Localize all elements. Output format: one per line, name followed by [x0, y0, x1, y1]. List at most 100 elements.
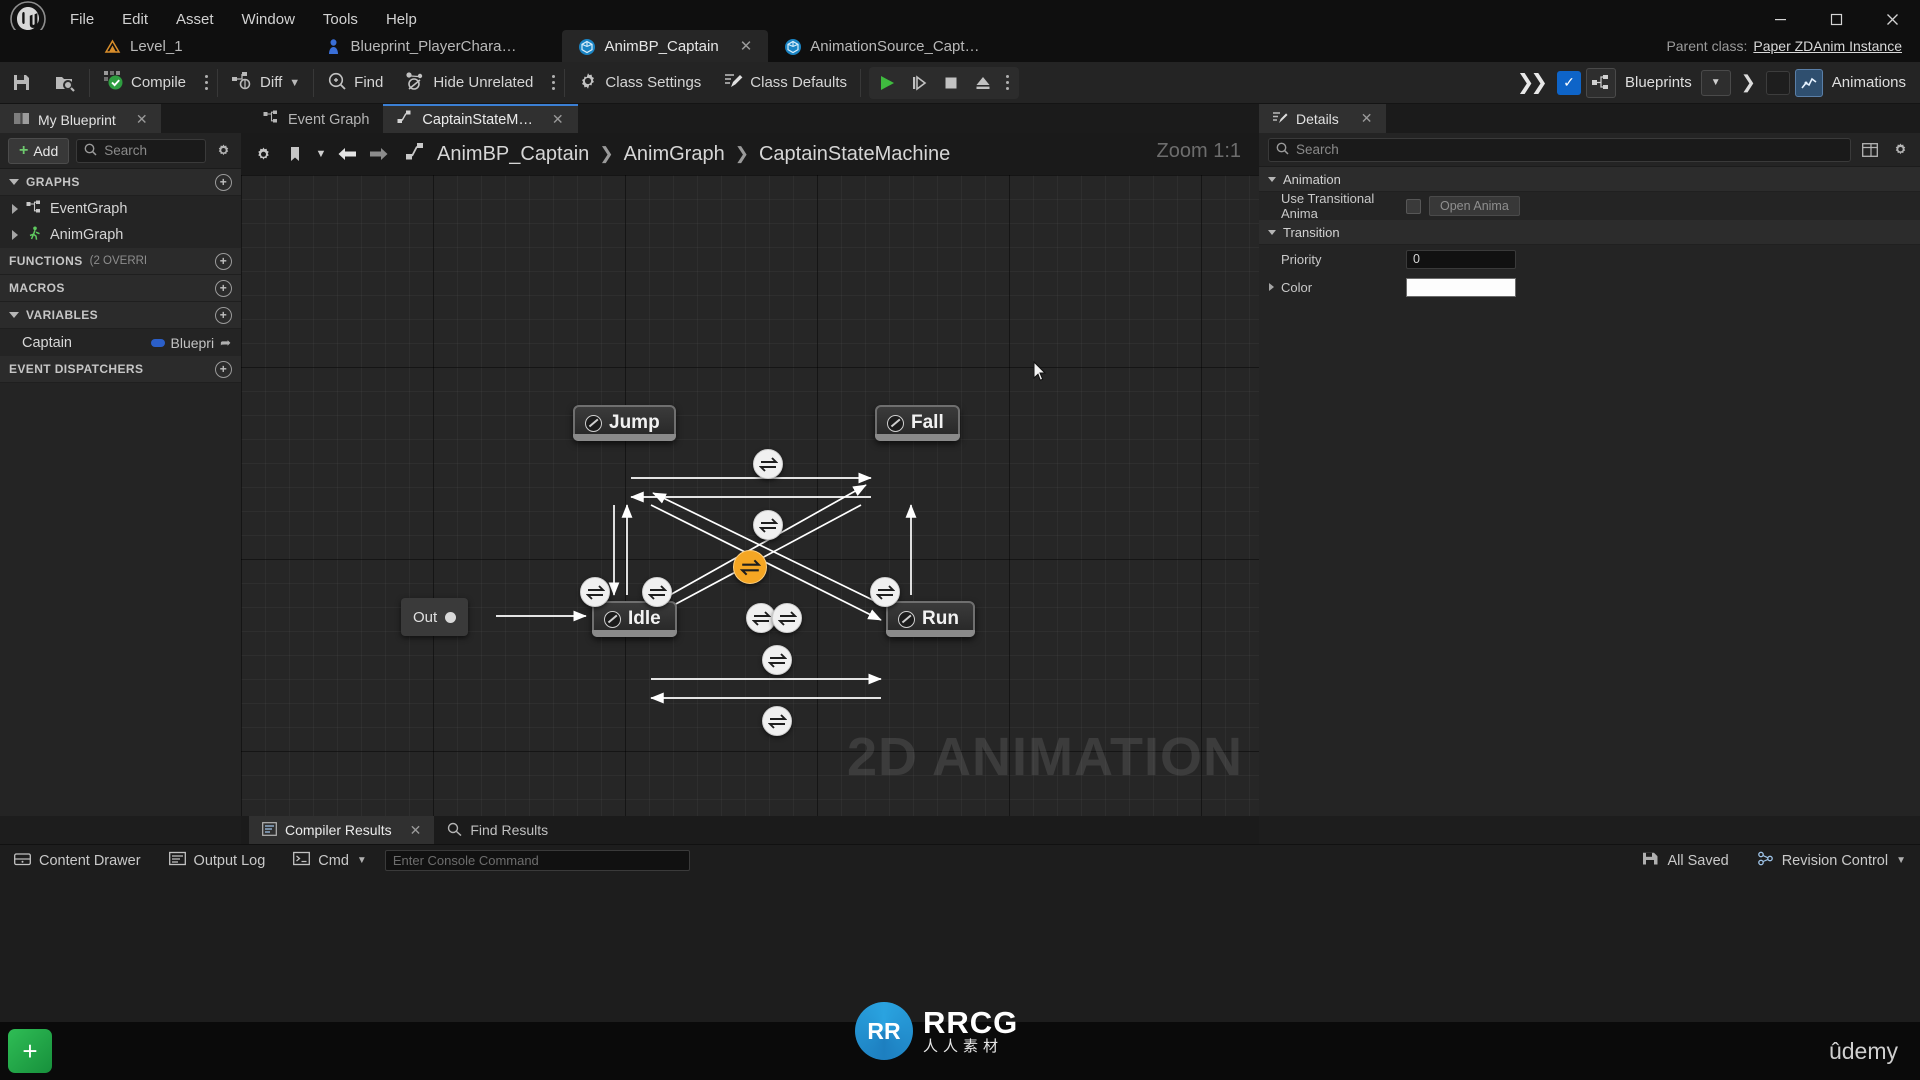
parent-class-value[interactable]: Paper ZDAnim Instance	[1753, 38, 1902, 54]
graph-item-eventgraph[interactable]: EventGraph	[0, 196, 241, 222]
close-icon[interactable]: ✕	[410, 822, 422, 839]
variable-type[interactable]: Bluepri ➦	[150, 335, 231, 351]
compile-options-kebab-icon[interactable]	[197, 66, 215, 100]
settings-gear-icon[interactable]	[213, 143, 233, 158]
menu-window[interactable]: Window	[228, 6, 309, 33]
transition-node[interactable]	[762, 645, 792, 675]
compile-button[interactable]: Compile	[92, 66, 197, 100]
transition-node[interactable]	[753, 449, 783, 479]
overflow-chevrons-icon[interactable]: ❯❯	[1509, 70, 1552, 95]
graph-settings-gear-icon[interactable]	[249, 140, 277, 168]
all-saved-button[interactable]: All Saved	[1628, 845, 1742, 877]
expand-triangle-icon[interactable]	[12, 230, 18, 240]
output-log-button[interactable]: Output Log	[155, 845, 280, 877]
bottom-tab-find-results[interactable]: Find Results	[434, 816, 561, 844]
graph-tab-captain-state-machine[interactable]: CaptainStateM… ✕	[383, 104, 578, 133]
forward-arrow-icon[interactable]	[365, 140, 393, 168]
save-button[interactable]	[0, 66, 43, 100]
tab-my-blueprint[interactable]: My Blueprint ✕	[0, 104, 161, 133]
play-options-kebab-icon[interactable]	[999, 66, 1017, 100]
section-macros[interactable]: MACROS +	[0, 275, 241, 302]
expand-triangle-icon[interactable]	[12, 204, 18, 214]
close-icon[interactable]: ✕	[136, 111, 148, 128]
transition-node[interactable]	[580, 577, 610, 607]
asset-tab-animationsource[interactable]: AnimationSource_Capt…	[768, 30, 995, 62]
variable-row-captain[interactable]: Captain Bluepri ➦	[0, 329, 241, 356]
bookmark-icon[interactable]	[281, 140, 309, 168]
cmd-button[interactable]: Cmd ▼	[279, 845, 381, 877]
close-icon[interactable]: ✕	[1361, 110, 1373, 127]
back-arrow-icon[interactable]	[333, 140, 361, 168]
section-event-dispatchers[interactable]: EVENT DISPATCHERS +	[0, 356, 241, 383]
entry-node[interactable]: Out	[401, 598, 469, 636]
animations-mode-icon[interactable]	[1794, 68, 1823, 97]
asset-tab-animbp-captain[interactable]: AnimBP_Captain ✕	[562, 30, 769, 62]
details-search-input[interactable]: Search	[1268, 137, 1851, 162]
color-swatch[interactable]	[1406, 277, 1516, 297]
details-section-animation[interactable]: Animation	[1259, 167, 1920, 192]
priority-input[interactable]: 0	[1406, 249, 1516, 269]
transition-node[interactable]	[753, 510, 783, 540]
class-settings-button[interactable]: Class Settings	[567, 66, 712, 100]
content-drawer-button[interactable]: Content Drawer	[0, 845, 155, 877]
transition-node[interactable]	[870, 577, 900, 607]
state-node-idle[interactable]: Idle	[592, 601, 677, 637]
menu-tools[interactable]: Tools	[309, 6, 372, 33]
asset-tab-blueprint-player[interactable]: Blueprint_PlayerChara…	[309, 30, 533, 62]
transition-node-selected[interactable]	[733, 550, 767, 584]
chevron-down-icon[interactable]: ▼	[357, 855, 367, 866]
menu-asset[interactable]: Asset	[162, 6, 228, 33]
bookmark-dropdown-icon[interactable]: ▼	[313, 140, 329, 168]
chevron-down-icon[interactable]: ▼	[1896, 855, 1906, 866]
hide-unrelated-options-kebab-icon[interactable]	[544, 66, 562, 100]
transition-node[interactable]	[772, 603, 802, 633]
blueprints-mode-icon[interactable]	[1586, 67, 1616, 98]
add-function-icon[interactable]: +	[215, 252, 232, 270]
asset-tab-close-icon[interactable]: ✕	[740, 37, 753, 55]
breadcrumb-item-statemachine[interactable]: CaptainStateMachine	[759, 143, 950, 166]
blueprints-mode-label[interactable]: Blueprints	[1621, 74, 1696, 91]
entry-node-output-pin[interactable]	[445, 611, 457, 623]
tab-details[interactable]: Details ✕	[1259, 104, 1386, 133]
state-node-jump[interactable]: Jump	[573, 405, 676, 441]
browse-content-button[interactable]	[43, 66, 87, 100]
animations-mode-label[interactable]: Animations	[1828, 74, 1910, 91]
menu-file[interactable]: File	[56, 6, 108, 33]
details-layout-grid-icon[interactable]	[1859, 139, 1881, 161]
hide-unrelated-button[interactable]: Hide Unrelated	[394, 66, 544, 100]
asset-tab-level[interactable]: Level_1	[88, 30, 199, 62]
add-macro-icon[interactable]: +	[215, 279, 232, 297]
bottom-tab-compiler-results[interactable]: Compiler Results ✕	[249, 816, 435, 844]
open-anim-button[interactable]: Open Anima	[1429, 196, 1520, 216]
class-defaults-button[interactable]: Class Defaults	[712, 66, 858, 100]
mode-checkbox[interactable]: ✓	[1557, 70, 1581, 95]
section-variables[interactable]: VARIABLES +	[0, 302, 241, 329]
add-app-icon[interactable]: +	[8, 1029, 52, 1073]
eject-icon[interactable]	[967, 68, 999, 98]
breadcrumb-item-animbp[interactable]: AnimBP_Captain	[437, 143, 589, 166]
play-icon[interactable]	[871, 68, 903, 98]
add-event-dispatcher-icon[interactable]: +	[215, 360, 232, 378]
animations-mode-box[interactable]	[1765, 70, 1790, 95]
stop-icon[interactable]	[935, 68, 967, 98]
diff-button[interactable]: Diff ▼	[220, 66, 311, 100]
console-command-input[interactable]: Enter Console Command	[384, 850, 690, 871]
state-node-run[interactable]: Run	[886, 601, 975, 637]
close-icon[interactable]: ✕	[552, 111, 564, 128]
graph-tab-event-graph[interactable]: Event Graph	[249, 104, 383, 133]
use-transitional-anim-checkbox[interactable]	[1406, 198, 1421, 214]
step-icon[interactable]	[903, 68, 935, 98]
my-blueprint-search-input[interactable]: Search	[76, 138, 206, 163]
breadcrumb-item-animgraph[interactable]: AnimGraph	[624, 143, 725, 166]
add-variable-icon[interactable]: +	[215, 306, 232, 324]
transition-node[interactable]	[762, 706, 792, 736]
expand-triangle-icon[interactable]	[1269, 283, 1274, 291]
add-button[interactable]: + Add	[8, 137, 70, 164]
menu-help[interactable]: Help	[372, 6, 431, 33]
graph-item-animgraph[interactable]: AnimGraph	[0, 222, 241, 248]
menu-edit[interactable]: Edit	[108, 6, 162, 33]
details-settings-gear-icon[interactable]	[1889, 139, 1911, 161]
section-graphs[interactable]: GRAPHS +	[0, 169, 241, 196]
state-machine-canvas[interactable]: Out Jump Fall Idle Run 2D ANIMATION	[241, 175, 1259, 816]
transition-node[interactable]	[642, 577, 672, 607]
